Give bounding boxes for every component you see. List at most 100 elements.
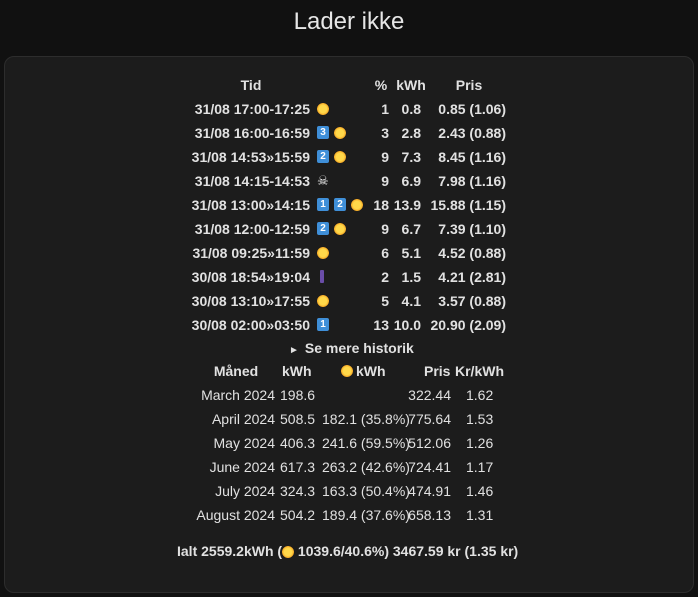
month-price: 322.44 [408,387,451,403]
session-kwh: 13.9 [393,197,421,213]
session-kwh: 1.5 [401,269,421,285]
session-percent: 3 [381,125,389,141]
sun-icon [334,150,346,163]
session-percent: 9 [381,221,389,237]
month-kwh: 198.6 [280,387,316,403]
session-percent: 5 [381,293,389,309]
session-percent: 6 [381,245,389,261]
month-sun-kwh: 263.2 (42.6%) [322,459,410,475]
session-percent: 13 [373,317,389,333]
see-more-history-toggle[interactable]: ► Se mere historik [289,339,414,360]
session-price: 15.88 (1.15) [430,197,507,213]
session-kwh: 7.3 [401,149,421,165]
col-header-pris: Pris [455,77,483,93]
col-header-month-kwh: kWh [282,363,312,379]
session-kwh: 2.8 [401,125,421,141]
month-name: June 2024 [209,459,275,475]
sun-icon [334,126,346,139]
session-kwh: 6.7 [401,221,421,237]
month-kr-per-kwh: 1.62 [466,387,494,403]
month-sun-kwh: 182.1 (35.8%) [322,411,410,427]
session-price: 0.85 (1.06) [438,101,506,117]
sun-icon [334,222,346,235]
session-icons: 1 [317,316,334,334]
session-price: 4.21 (2.81) [438,269,506,285]
session-icons: 12 [317,196,363,214]
month-kr-per-kwh: 1.26 [466,435,494,451]
page-title: Lader ikke [293,8,405,35]
session-count-badge: 1 [317,198,329,212]
month-kwh: 617.3 [280,459,316,475]
session-price: 7.39 (1.10) [438,221,506,237]
month-kwh: 508.5 [280,411,316,427]
session-kwh: 4.1 [401,293,421,309]
session-time: 31/08 17:00-17:25 [194,101,310,117]
session-icons: 2 [317,220,346,238]
total-prefix: Ialt 2559.2kWh ( [177,543,283,559]
session-price: 2.43 (0.88) [438,125,506,141]
month-kwh: 504.2 [280,507,316,523]
col-header-pct: % [374,77,388,93]
sun-icon [317,246,329,259]
month-sun-kwh: 163.3 (50.4%) [322,483,410,499]
month-kr-per-kwh: 1.17 [466,459,494,475]
month-sun-kwh: 189.4 (37.6%) [322,507,410,523]
session-icons [317,100,329,118]
session-kwh: 0.8 [401,101,421,117]
session-kwh: 10.0 [393,317,421,333]
session-count-badge: 2 [317,222,329,236]
session-price: 4.52 (0.88) [438,245,506,261]
see-more-history-label: Se mere historik [304,340,414,356]
session-price: 20.90 (2.09) [430,317,507,333]
col-header-month-price: Pris [424,363,451,379]
month-kwh: 406.3 [280,435,316,451]
session-percent: 9 [381,149,389,165]
session-percent: 9 [381,173,389,189]
session-count-badge: 2 [334,198,346,212]
sun-icon [282,546,295,559]
col-header-sun-kwh: kWh [356,363,386,379]
col-header-month: Måned [213,363,259,379]
session-time: 31/08 14:15-14:53 [194,173,310,189]
month-name: April 2024 [211,411,275,427]
sun-icon [317,102,329,115]
month-name: July 2024 [215,483,275,499]
session-price: 8.45 (1.16) [438,149,506,165]
session-time: 31/08 14:53»15:59 [191,149,310,165]
session-time: 30/08 02:00»03:50 [191,317,310,333]
month-kr-per-kwh: 1.53 [466,411,494,427]
month-kwh: 324.3 [280,483,316,499]
sun-icon [351,198,363,211]
col-header-kwh: kWh [396,77,426,93]
session-count-badge: 2 [317,150,329,164]
session-percent: 18 [373,197,389,213]
month-sun-kwh: 241.6 (59.5%) [322,435,410,451]
total-summary: Ialt 2559.2kWh ( 1039.6/40.6%) 3467.59 k… [177,542,518,560]
session-time: 31/08 16:00-16:59 [194,125,310,141]
session-count-badge: 3 [317,126,329,140]
month-name: May 2024 [213,435,275,451]
month-kr-per-kwh: 1.46 [466,483,494,499]
col-header-kr-per-kwh: Kr/kWh [455,363,504,379]
session-percent: 1 [381,101,389,117]
session-count-badge: 1 [317,318,329,332]
plug-icon [320,270,324,284]
session-time: 30/08 13:10»17:55 [191,293,310,309]
month-name: March 2024 [201,387,275,403]
session-time: 31/08 12:00-12:59 [194,221,310,237]
session-kwh: 5.1 [401,245,421,261]
month-price: 512.06 [408,435,451,451]
sun-icon [341,365,353,377]
month-kr-per-kwh: 1.31 [466,507,494,523]
session-percent: 2 [381,269,389,285]
month-price: 724.41 [408,459,451,475]
session-kwh: 6.9 [401,173,421,189]
total-suffix: 1039.6/40.6%) 3467.59 kr (1.35 kr) [294,543,519,559]
session-icons: 2 [317,148,346,166]
month-price: 474.91 [408,483,451,499]
session-icons [317,292,329,310]
month-price: 658.13 [408,507,451,523]
session-icons: ☠ [317,172,329,190]
month-price: 775.64 [408,411,451,427]
sun-icon [317,294,329,307]
